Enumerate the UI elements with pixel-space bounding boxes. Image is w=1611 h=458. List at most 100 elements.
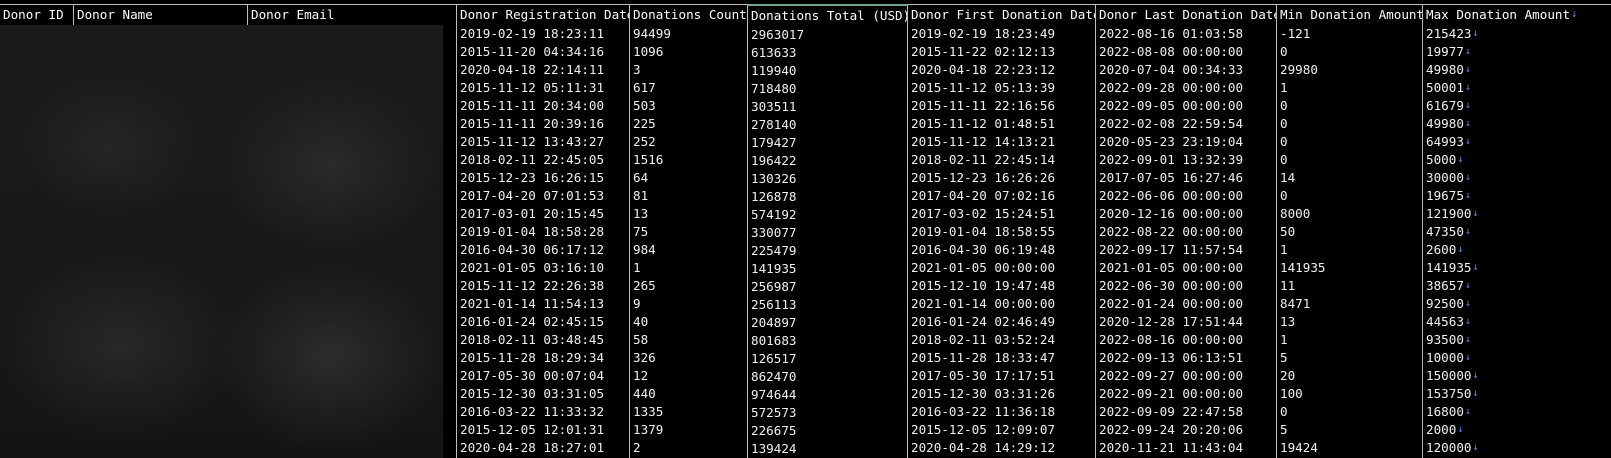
header-min-donation-amount[interactable]: Min Donation Amount xyxy=(1277,5,1423,25)
expand-arrow-down-icon[interactable]: ↓ xyxy=(1465,295,1471,313)
table-cell[interactable]: 204897 xyxy=(748,314,908,332)
table-cell[interactable]: 2015-11-11 22:16:56 xyxy=(908,97,1096,115)
table-cell[interactable]: 93500↓ xyxy=(1423,331,1611,349)
table-cell[interactable]: 2015-11-12 05:11:31 xyxy=(457,79,630,97)
table-cell[interactable]: 179427 xyxy=(748,134,908,152)
table-cell[interactable]: 2022-08-16 00:00:00 xyxy=(1096,331,1277,349)
header-donations-count[interactable]: Donations Count xyxy=(630,5,748,25)
table-cell[interactable]: 440 xyxy=(630,385,748,403)
table-cell[interactable]: 11 xyxy=(1277,277,1423,295)
table-cell[interactable]: 38657↓ xyxy=(1423,277,1611,295)
table-cell[interactable]: 801683 xyxy=(748,332,908,350)
table-cell[interactable]: 2017-03-02 15:24:51 xyxy=(908,205,1096,223)
table-cell[interactable]: 2022-08-16 01:03:58 xyxy=(1096,25,1277,43)
table-cell[interactable]: 572573 xyxy=(748,404,908,422)
table-cell[interactable]: 119940 xyxy=(748,62,908,80)
table-cell[interactable]: 974644 xyxy=(748,386,908,404)
table-cell[interactable]: 5 xyxy=(1277,421,1423,439)
header-donor-name[interactable]: Donor Name xyxy=(74,5,248,25)
expand-arrow-down-icon[interactable]: ↓ xyxy=(1465,277,1471,295)
table-cell[interactable]: 2015-12-30 03:31:26 xyxy=(908,385,1096,403)
table-cell[interactable]: 2020-11-21 11:43:04 xyxy=(1096,439,1277,457)
table-cell[interactable]: 1 xyxy=(1277,331,1423,349)
expand-arrow-down-icon[interactable]: ↓ xyxy=(1465,403,1471,421)
table-cell[interactable]: 64993↓ xyxy=(1423,133,1611,151)
table-cell[interactable]: 19675↓ xyxy=(1423,187,1611,205)
table-cell[interactable]: 2016-04-30 06:19:48 xyxy=(908,241,1096,259)
expand-arrow-down-icon[interactable]: ↓ xyxy=(1457,151,1463,169)
table-cell[interactable]: 0 xyxy=(1277,403,1423,421)
table-cell[interactable]: 2022-09-27 00:00:00 xyxy=(1096,367,1277,385)
expand-arrow-down-icon[interactable]: ↓ xyxy=(1465,169,1471,187)
expand-arrow-down-icon[interactable]: ↓ xyxy=(1465,115,1471,133)
expand-arrow-down-icon[interactable]: ↓ xyxy=(1465,223,1471,241)
table-cell[interactable]: 2017-05-30 17:17:51 xyxy=(908,367,1096,385)
sort-arrow-down-icon[interactable]: ↓ xyxy=(1571,5,1577,25)
col-min-donation-amount[interactable]: Min Donation Amount -121 0 29980 1 0 0 0 0 14 0 80… xyxy=(1276,5,1423,458)
table-cell[interactable]: 153750↓ xyxy=(1423,385,1611,403)
table-cell[interactable]: 64 xyxy=(630,169,748,187)
table-cell[interactable]: 215423↓ xyxy=(1423,25,1611,43)
table-cell[interactable]: 10000↓ xyxy=(1423,349,1611,367)
table-cell[interactable]: 2019-02-19 18:23:49 xyxy=(908,25,1096,43)
expand-arrow-down-icon[interactable]: ↓ xyxy=(1465,133,1471,151)
table-cell[interactable]: 2963017 xyxy=(748,26,908,44)
table-cell[interactable]: 2020-07-04 00:34:33 xyxy=(1096,61,1277,79)
table-cell[interactable]: 2021-01-05 03:16:10 xyxy=(457,259,630,277)
table-cell[interactable]: 120000↓ xyxy=(1423,439,1611,457)
table-cell[interactable]: 81 xyxy=(630,187,748,205)
table-cell[interactable]: 2015-12-23 16:26:15 xyxy=(457,169,630,187)
table-cell[interactable]: 2020-04-28 18:27:01 xyxy=(457,439,630,457)
table-cell[interactable]: 2022-09-28 00:00:00 xyxy=(1096,79,1277,97)
col-first-donation-date[interactable]: Donor First Donation Date 2019-02-19 18:… xyxy=(907,5,1096,458)
table-cell[interactable]: 265 xyxy=(630,277,748,295)
table-cell[interactable]: 256113 xyxy=(748,296,908,314)
table-cell[interactable]: 2022-02-08 22:59:54 xyxy=(1096,115,1277,133)
table-cell[interactable]: 2016-01-24 02:45:15 xyxy=(457,313,630,331)
table-cell[interactable]: 2022-09-09 22:47:58 xyxy=(1096,403,1277,421)
table-cell[interactable]: 126517 xyxy=(748,350,908,368)
table-cell[interactable]: 2020-12-28 17:51:44 xyxy=(1096,313,1277,331)
table-cell[interactable]: 2016-03-22 11:33:32 xyxy=(457,403,630,421)
table-cell[interactable]: 2015-12-30 03:31:05 xyxy=(457,385,630,403)
expand-arrow-down-icon[interactable]: ↓ xyxy=(1465,187,1471,205)
expand-arrow-down-icon[interactable]: ↓ xyxy=(1465,61,1471,79)
col-registration-date[interactable]: Donor Registration Date 2019-02-19 18:23… xyxy=(456,5,630,458)
expand-arrow-down-icon[interactable]: ↓ xyxy=(1465,349,1471,367)
table-cell[interactable]: 2015-11-28 18:33:47 xyxy=(908,349,1096,367)
table-cell[interactable]: 9 xyxy=(630,295,748,313)
col-donations-total[interactable]: Donations Total (USD) 2963017 613633 11994… xyxy=(747,4,908,458)
expand-arrow-down-icon[interactable]: ↓ xyxy=(1457,241,1463,259)
table-cell[interactable]: 1 xyxy=(630,259,748,277)
table-cell[interactable]: 1 xyxy=(1277,241,1423,259)
table-cell[interactable]: 2015-11-12 01:48:51 xyxy=(908,115,1096,133)
table-cell[interactable]: 13 xyxy=(630,205,748,223)
table-cell[interactable]: 330077 xyxy=(748,224,908,242)
table-cell[interactable]: 2016-01-24 02:46:49 xyxy=(908,313,1096,331)
table-cell[interactable]: 984 xyxy=(630,241,748,259)
table-cell[interactable]: 2018-02-11 03:52:24 xyxy=(908,331,1096,349)
table-cell[interactable]: 2017-05-30 00:07:04 xyxy=(457,367,630,385)
table-cell[interactable]: 2015-12-10 19:47:48 xyxy=(908,277,1096,295)
table-cell[interactable]: 326 xyxy=(630,349,748,367)
table-cell[interactable]: 2021-01-14 00:00:00 xyxy=(908,295,1096,313)
table-cell[interactable]: 5 xyxy=(1277,349,1423,367)
table-cell[interactable]: 2019-01-04 18:58:55 xyxy=(908,223,1096,241)
table-cell[interactable]: 278140 xyxy=(748,116,908,134)
table-cell[interactable]: 16800↓ xyxy=(1423,403,1611,421)
table-cell[interactable]: 1096 xyxy=(630,43,748,61)
table-cell[interactable]: 29980 xyxy=(1277,61,1423,79)
table-cell[interactable]: 40 xyxy=(630,313,748,331)
table-cell[interactable]: 2018-02-11 22:45:05 xyxy=(457,151,630,169)
table-cell[interactable]: 256987 xyxy=(748,278,908,296)
table-cell[interactable]: 13 xyxy=(1277,313,1423,331)
table-cell[interactable]: 8471 xyxy=(1277,295,1423,313)
table-cell[interactable]: 50001↓ xyxy=(1423,79,1611,97)
table-cell[interactable]: 2015-11-22 02:12:13 xyxy=(908,43,1096,61)
table-cell[interactable]: 2020-04-18 22:14:11 xyxy=(457,61,630,79)
table-cell[interactable]: 2020-05-23 23:19:04 xyxy=(1096,133,1277,151)
table-cell[interactable]: 2022-09-21 00:00:00 xyxy=(1096,385,1277,403)
table-cell[interactable]: 2022-08-22 00:00:00 xyxy=(1096,223,1277,241)
table-cell[interactable]: 2016-04-30 06:17:12 xyxy=(457,241,630,259)
table-cell[interactable]: -121 xyxy=(1277,25,1423,43)
